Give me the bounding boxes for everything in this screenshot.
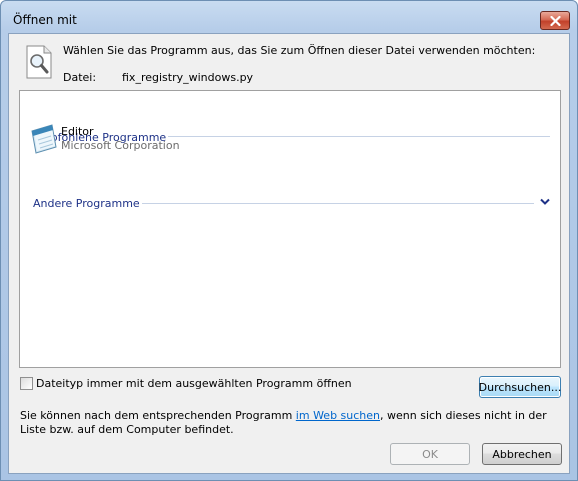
recommended-divider: [168, 136, 550, 137]
program-vendor: Microsoft Corporation: [61, 139, 180, 152]
dialog-body: Wählen Sie das Programm aus, das Sie zum…: [8, 33, 570, 474]
always-use-checkbox[interactable]: [20, 377, 33, 390]
open-with-dialog: Öffnen mit Wählen Sie das Programm aus, …: [0, 0, 578, 481]
program-list[interactable]: Empfohlene Programme Editor Microsoft Co…: [19, 90, 561, 368]
window-title: Öffnen mit: [13, 13, 77, 27]
notepad-icon: [31, 124, 57, 154]
title-bar[interactable]: Öffnen mit: [1, 1, 577, 33]
chevron-down-icon[interactable]: [539, 197, 551, 207]
close-icon: [549, 15, 561, 26]
always-use-row[interactable]: Dateityp immer mit dem ausgewählten Prog…: [20, 377, 352, 390]
always-use-label: Dateityp immer mit dem ausgewählten Prog…: [36, 377, 352, 390]
help-text: Sie können nach dem entsprechenden Progr…: [20, 409, 560, 437]
ok-button[interactable]: OK: [390, 443, 470, 465]
prompt-text: Wählen Sie das Programm aus, das Sie zum…: [63, 44, 536, 57]
other-programs-label: Andere Programme: [33, 196, 140, 210]
web-search-link[interactable]: im Web suchen: [296, 409, 380, 422]
close-button[interactable]: [540, 11, 570, 30]
other-divider: [142, 203, 534, 204]
help-text-before: Sie können nach dem entsprechenden Progr…: [20, 409, 296, 422]
file-label: Datei:: [63, 71, 97, 84]
cancel-button[interactable]: Abbrechen: [482, 443, 562, 465]
browse-button[interactable]: Durchsuchen...: [479, 376, 561, 398]
other-programs-header[interactable]: Andere Programme: [33, 195, 140, 211]
program-name: Editor: [61, 125, 94, 138]
magnifier-document-icon: [26, 45, 52, 79]
file-name: fix_registry_windows.py: [122, 71, 254, 84]
